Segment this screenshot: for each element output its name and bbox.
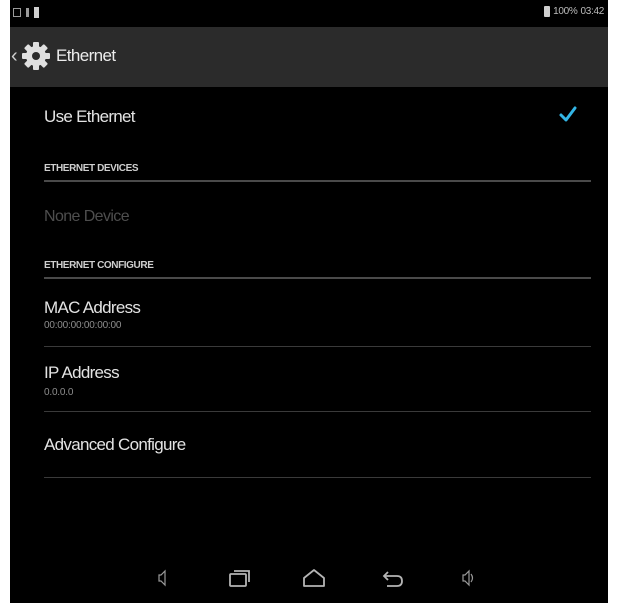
none-device-label: None Device — [44, 208, 130, 225]
battery-percent: 100% — [553, 6, 578, 17]
settings-gear-icon[interactable] — [22, 42, 50, 70]
status-indicators: 100% 03:42 — [544, 6, 604, 17]
sd-card-icon — [34, 7, 39, 18]
back-icon[interactable] — [382, 568, 404, 588]
battery-icon — [544, 6, 551, 17]
notification-icon — [13, 8, 21, 17]
row-divider — [44, 411, 591, 412]
ip-address-title: IP Address — [44, 363, 120, 382]
use-ethernet-checkbox[interactable] — [558, 104, 578, 124]
status-bar: 100% 03:42 — [10, 0, 608, 26]
ethernet-configure-header: ETHERNET CONFIGURE — [44, 260, 154, 271]
use-ethernet-row[interactable]: Use Ethernet — [10, 92, 608, 140]
ip-address-value: 0.0.0.0 — [44, 387, 74, 398]
mac-address-row[interactable]: MAC Address 00:00:00:00:00:00 — [10, 280, 608, 344]
row-divider — [44, 346, 591, 347]
mac-address-value: 00:00:00:00:00:00 — [44, 320, 122, 331]
clock: 03:42 — [580, 6, 604, 17]
none-device-row: None Device — [10, 196, 608, 236]
ethernet-devices-header: ETHERNET DEVICES — [44, 163, 139, 174]
use-ethernet-label: Use Ethernet — [44, 107, 136, 126]
volume-down-icon[interactable] — [158, 568, 170, 588]
notification-icons — [13, 7, 39, 18]
row-divider — [44, 477, 591, 478]
action-bar[interactable]: ‹ Ethernet — [10, 27, 608, 87]
navigation-bar — [10, 546, 608, 603]
up-caret-icon[interactable]: ‹ — [11, 46, 18, 66]
recent-apps-icon[interactable] — [228, 568, 252, 588]
home-icon[interactable] — [302, 568, 326, 588]
section-divider — [44, 277, 591, 279]
mac-address-title: MAC Address — [44, 298, 141, 317]
volume-up-icon[interactable] — [462, 568, 476, 588]
action-bar-title: Ethernet — [56, 46, 116, 65]
section-divider — [44, 180, 591, 182]
usb-icon — [26, 8, 29, 17]
screen: 100% 03:42 ‹ Ethernet Use Ethernet ETHER… — [10, 0, 608, 603]
ip-address-row[interactable]: IP Address 0.0.0.0 — [10, 348, 608, 410]
advanced-configure-row[interactable]: Advanced Configure — [10, 413, 608, 475]
advanced-configure-title: Advanced Configure — [44, 435, 186, 454]
